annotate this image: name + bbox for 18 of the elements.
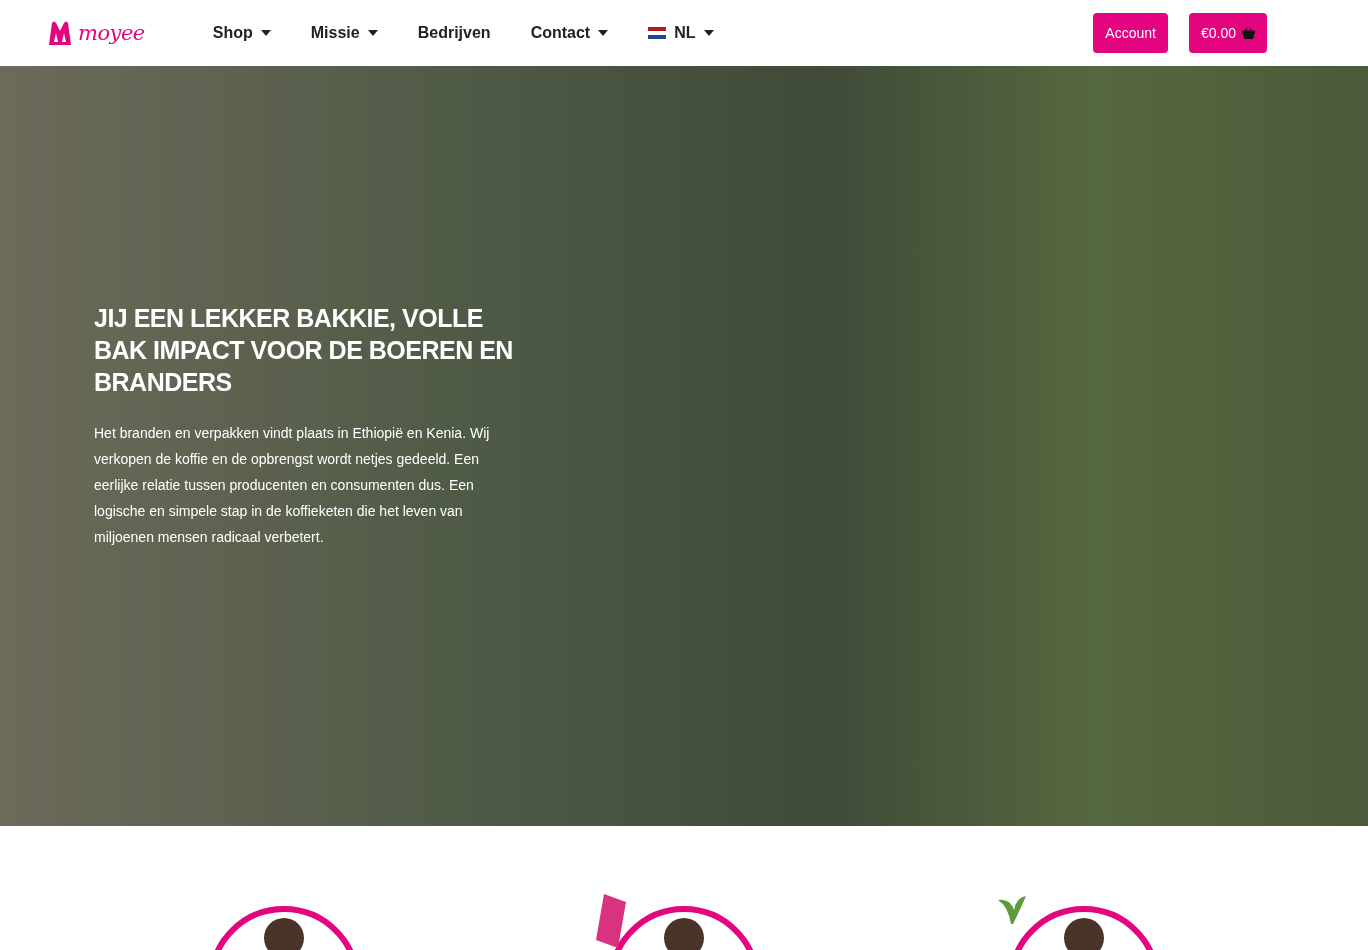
account-button[interactable]: Account bbox=[1093, 13, 1168, 53]
logo-icon bbox=[46, 19, 74, 47]
photo-placeholder bbox=[664, 918, 704, 950]
cart-button[interactable]: €0.00 bbox=[1188, 13, 1267, 53]
nav-link[interactable]: Contact bbox=[530, 24, 609, 42]
basket-icon bbox=[1242, 27, 1255, 39]
photo-placeholder bbox=[1064, 918, 1104, 950]
nav-link[interactable]: Shop bbox=[212, 24, 271, 42]
photo-placeholder bbox=[264, 918, 304, 950]
nav-link[interactable]: NL bbox=[648, 24, 714, 42]
leaf-icon bbox=[996, 894, 1026, 924]
hero-heading: JIJ EEN LEKKER BAKKIE, VOLLE BAK IMPACT VOOR DE BOEREN EN BRANDERS bbox=[94, 303, 514, 398]
logo-text[interactable]: moyee bbox=[78, 21, 145, 45]
nav-link[interactable]: Bedrijven bbox=[417, 24, 491, 42]
flag-icon bbox=[648, 27, 667, 39]
hero-text: Het branden en verpakken vindt plaats in Ethiopië en Kenia. Wij verkopen de koffie en de opbrengst wordt netjes gedeeld. Een eerlijke relatie tussen producenten en consumenten dus. Een logische en simpele stap in de koffieketen die het leven van miljoenen mensen radicaal verbetert. bbox=[94, 424, 491, 547]
nav-link[interactable]: Missie bbox=[310, 24, 378, 42]
coffee-bag-icon bbox=[596, 894, 626, 948]
